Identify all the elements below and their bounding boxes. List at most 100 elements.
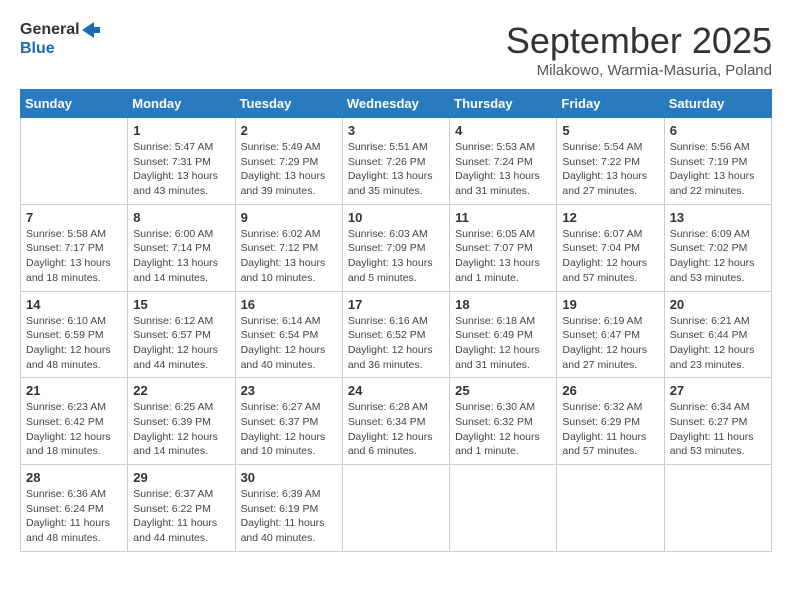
day-cell [21, 118, 128, 205]
week-row-3: 14 Sunrise: 6:10 AM Sunset: 6:59 PM Dayli… [21, 291, 772, 378]
day-info: Sunrise: 5:53 AM Sunset: 7:24 PM Dayligh… [455, 140, 551, 199]
day-number: 12 [562, 210, 658, 225]
header-wednesday: Wednesday [342, 90, 449, 118]
day-number: 19 [562, 297, 658, 312]
day-number: 4 [455, 123, 551, 138]
day-cell: 17Sunrise: 6:16 AM Sunset: 6:52 PM Dayli… [342, 291, 449, 378]
day-info: Sunrise: 6:23 AM Sunset: 6:42 PM Dayligh… [26, 400, 122, 459]
day-number: 24 [348, 383, 444, 398]
day-cell: 13 Sunrise: 6:09 AM Sunset: 7:02 PM Dayli… [664, 204, 771, 291]
day-info: Sunrise: 6:07 AM Sunset: 7:04 PM Dayligh… [562, 227, 658, 286]
day-info: Sunrise: 6:09 AM Sunset: 7:02 PM Dayligh… [670, 227, 766, 286]
day-cell [557, 465, 664, 552]
day-number: 16 [241, 297, 337, 312]
day-cell: 16 Sunrise: 6:14 AM Sunset: 6:54 PM Dayli… [235, 291, 342, 378]
day-info: Sunrise: 6:27 AM Sunset: 6:37 PM Dayligh… [241, 400, 337, 459]
day-info: Sunrise: 6:00 AM Sunset: 7:14 PM Dayligh… [133, 227, 229, 286]
day-info: Sunrise: 6:14 AM Sunset: 6:54 PM Dayligh… [241, 314, 337, 373]
day-cell: 20 Sunrise: 6:21 AM Sunset: 6:44 PM Dayli… [664, 291, 771, 378]
day-info: Sunrise: 6:37 AM Sunset: 6:22 PM Dayligh… [133, 487, 229, 546]
day-info: Sunrise: 5:58 AM Sunset: 7:17 PM Dayligh… [26, 227, 122, 286]
day-number: 7 [26, 210, 122, 225]
header-sunday: Sunday [21, 90, 128, 118]
day-cell: 28Sunrise: 6:36 AM Sunset: 6:24 PM Dayli… [21, 465, 128, 552]
month-title: September 2025 [506, 20, 772, 62]
day-number: 14 [26, 297, 122, 312]
week-row-2: 7 Sunrise: 5:58 AM Sunset: 7:17 PM Daylig… [21, 204, 772, 291]
calendar-table: SundayMondayTuesdayWednesdayThursdayFrid… [20, 89, 772, 552]
day-number: 2 [241, 123, 337, 138]
week-row-4: 21 Sunrise: 6:23 AM Sunset: 6:42 PM Dayli… [21, 378, 772, 465]
day-info: Sunrise: 6:28 AM Sunset: 6:34 PM Dayligh… [348, 400, 444, 459]
day-number: 11 [455, 210, 551, 225]
header-saturday: Saturday [664, 90, 771, 118]
day-number: 25 [455, 383, 551, 398]
day-cell: 30Sunrise: 6:39 AM Sunset: 6:19 PM Dayli… [235, 465, 342, 552]
day-cell: 9 Sunrise: 6:02 AM Sunset: 7:12 PM Daylig… [235, 204, 342, 291]
title-block: September 2025 Milakowo, Warmia-Masuria,… [506, 20, 772, 79]
day-cell [450, 465, 557, 552]
day-cell: 23 Sunrise: 6:27 AM Sunset: 6:37 PM Dayli… [235, 378, 342, 465]
day-cell: 5 Sunrise: 5:54 AM Sunset: 7:22 PM Daylig… [557, 118, 664, 205]
day-cell: 1 Sunrise: 5:47 AM Sunset: 7:31 PM Daylig… [128, 118, 235, 205]
day-number: 18 [455, 297, 551, 312]
day-info: Sunrise: 6:18 AM Sunset: 6:49 PM Dayligh… [455, 314, 551, 373]
day-cell: 19Sunrise: 6:19 AM Sunset: 6:47 PM Dayli… [557, 291, 664, 378]
day-info: Sunrise: 5:51 AM Sunset: 7:26 PM Dayligh… [348, 140, 444, 199]
day-info: Sunrise: 5:49 AM Sunset: 7:29 PM Dayligh… [241, 140, 337, 199]
day-cell: 14 Sunrise: 6:10 AM Sunset: 6:59 PM Dayli… [21, 291, 128, 378]
page-header: GeneralBlue September 2025 Milakowo, War… [20, 20, 772, 79]
day-cell: 11 Sunrise: 6:05 AM Sunset: 7:07 PM Dayli… [450, 204, 557, 291]
week-row-5: 28Sunrise: 6:36 AM Sunset: 6:24 PM Dayli… [21, 465, 772, 552]
day-cell [342, 465, 449, 552]
day-info: Sunrise: 6:34 AM Sunset: 6:27 PM Dayligh… [670, 400, 766, 459]
day-number: 21 [26, 383, 122, 398]
day-cell: 7 Sunrise: 5:58 AM Sunset: 7:17 PM Daylig… [21, 204, 128, 291]
day-cell: 18 Sunrise: 6:18 AM Sunset: 6:49 PM Dayli… [450, 291, 557, 378]
day-cell: 22 Sunrise: 6:25 AM Sunset: 6:39 PM Dayli… [128, 378, 235, 465]
calendar-header-row: SundayMondayTuesdayWednesdayThursdayFrid… [21, 90, 772, 118]
day-info: Sunrise: 6:03 AM Sunset: 7:09 PM Dayligh… [348, 227, 444, 286]
day-info: Sunrise: 6:30 AM Sunset: 6:32 PM Dayligh… [455, 400, 551, 459]
day-number: 22 [133, 383, 229, 398]
day-info: Sunrise: 5:47 AM Sunset: 7:31 PM Dayligh… [133, 140, 229, 199]
day-number: 5 [562, 123, 658, 138]
day-number: 26 [562, 383, 658, 398]
week-row-1: 1 Sunrise: 5:47 AM Sunset: 7:31 PM Daylig… [21, 118, 772, 205]
day-cell: 21 Sunrise: 6:23 AM Sunset: 6:42 PM Dayli… [21, 378, 128, 465]
day-number: 23 [241, 383, 337, 398]
day-number: 13 [670, 210, 766, 225]
day-info: Sunrise: 6:02 AM Sunset: 7:12 PM Dayligh… [241, 227, 337, 286]
day-info: Sunrise: 6:10 AM Sunset: 6:59 PM Dayligh… [26, 314, 122, 373]
day-info: Sunrise: 6:05 AM Sunset: 7:07 PM Dayligh… [455, 227, 551, 286]
day-number: 29 [133, 470, 229, 485]
day-number: 20 [670, 297, 766, 312]
day-info: Sunrise: 6:32 AM Sunset: 6:29 PM Dayligh… [562, 400, 658, 459]
day-cell: 4 Sunrise: 5:53 AM Sunset: 7:24 PM Daylig… [450, 118, 557, 205]
day-number: 30 [241, 470, 337, 485]
day-cell: 29 Sunrise: 6:37 AM Sunset: 6:22 PM Dayli… [128, 465, 235, 552]
day-cell: 25 Sunrise: 6:30 AM Sunset: 6:32 PM Dayli… [450, 378, 557, 465]
day-info: Sunrise: 5:56 AM Sunset: 7:19 PM Dayligh… [670, 140, 766, 199]
day-number: 9 [241, 210, 337, 225]
day-info: Sunrise: 6:12 AM Sunset: 6:57 PM Dayligh… [133, 314, 229, 373]
day-cell: 3 Sunrise: 5:51 AM Sunset: 7:26 PM Daylig… [342, 118, 449, 205]
day-cell: 10 Sunrise: 6:03 AM Sunset: 7:09 PM Dayli… [342, 204, 449, 291]
day-number: 8 [133, 210, 229, 225]
day-number: 1 [133, 123, 229, 138]
day-info: Sunrise: 5:54 AM Sunset: 7:22 PM Dayligh… [562, 140, 658, 199]
location-subtitle: Milakowo, Warmia-Masuria, Poland [506, 62, 772, 79]
day-info: Sunrise: 6:16 AM Sunset: 6:52 PM Dayligh… [348, 314, 444, 373]
day-cell: 6Sunrise: 5:56 AM Sunset: 7:19 PM Daylig… [664, 118, 771, 205]
header-friday: Friday [557, 90, 664, 118]
header-tuesday: Tuesday [235, 90, 342, 118]
day-number: 10 [348, 210, 444, 225]
day-cell: 24 Sunrise: 6:28 AM Sunset: 6:34 PM Dayli… [342, 378, 449, 465]
logo: GeneralBlue [20, 20, 100, 58]
day-number: 15 [133, 297, 229, 312]
day-info: Sunrise: 6:25 AM Sunset: 6:39 PM Dayligh… [133, 400, 229, 459]
day-cell [664, 465, 771, 552]
day-number: 3 [348, 123, 444, 138]
day-info: Sunrise: 6:21 AM Sunset: 6:44 PM Dayligh… [670, 314, 766, 373]
day-number: 28 [26, 470, 122, 485]
